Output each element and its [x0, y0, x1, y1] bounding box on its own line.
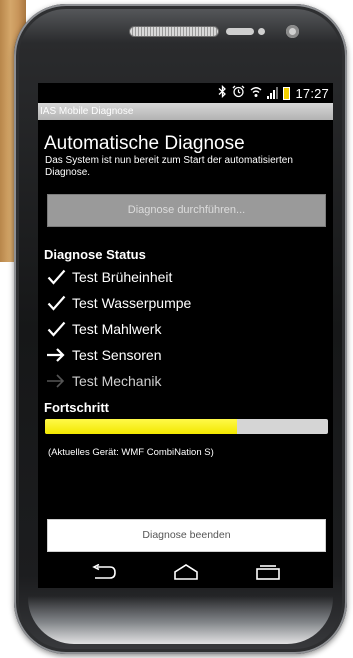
- checkmark-icon: [46, 268, 66, 286]
- navigation-bar: [38, 557, 333, 588]
- battery-icon: [283, 86, 291, 100]
- finish-diagnosis-button[interactable]: Diagnose beenden: [47, 519, 326, 552]
- back-icon[interactable]: [84, 561, 124, 583]
- status-bar: 17:27: [38, 83, 333, 102]
- progress-bar: [45, 419, 328, 434]
- test-item-sensoren: Test Sensoren: [46, 345, 162, 365]
- proximity-sensor: [226, 28, 254, 35]
- test-label: Test Mahlwerk: [72, 321, 162, 337]
- test-label: Test Wasserpumpe: [72, 295, 192, 311]
- status-heading: Diagnose Status: [44, 247, 146, 262]
- alarm-icon: [232, 85, 245, 101]
- progress-heading: Fortschritt: [44, 400, 109, 415]
- test-label: Test Brüheinheit: [72, 269, 173, 285]
- current-device-text: (Aktuelles Gerät: WMF CombiNation S): [48, 447, 214, 458]
- test-item-mahlwerk: Test Mahlwerk: [46, 319, 161, 339]
- clock: 17:27: [295, 85, 329, 101]
- phone-chin: [28, 596, 333, 644]
- front-camera: [286, 25, 299, 38]
- progress-fill: [45, 419, 238, 434]
- light-sensor: [258, 28, 265, 35]
- arrow-right-dim-icon: [46, 372, 66, 390]
- test-item-brueheinheit: Test Brüheinheit: [46, 267, 172, 287]
- test-item-wasserpumpe: Test Wasserpumpe: [46, 293, 191, 313]
- test-label: Test Mechanik: [72, 373, 162, 389]
- intro-text: Das System ist nun bereit zum Start der …: [45, 155, 293, 178]
- recent-apps-icon[interactable]: [248, 561, 288, 583]
- page-title: Automatische Diagnose: [44, 133, 245, 154]
- signal-icon: [267, 87, 279, 99]
- start-diagnosis-button[interactable]: Diagnose durchführen...: [47, 194, 326, 227]
- home-icon[interactable]: [166, 561, 206, 583]
- earpiece-speaker: [130, 27, 218, 36]
- checkmark-icon: [46, 320, 66, 338]
- arrow-right-icon: [46, 346, 66, 364]
- app-title-bar: IAS Mobile Diagnose: [38, 103, 333, 120]
- wifi-icon: [250, 86, 262, 101]
- test-item-mechanik: Test Mechanik: [46, 371, 161, 391]
- bluetooth-icon: [218, 84, 227, 101]
- checkmark-icon: [46, 294, 66, 312]
- test-label: Test Sensoren: [72, 347, 162, 363]
- phone-screen: 17:27 IAS Mobile Diagnose Automatische D…: [38, 83, 333, 588]
